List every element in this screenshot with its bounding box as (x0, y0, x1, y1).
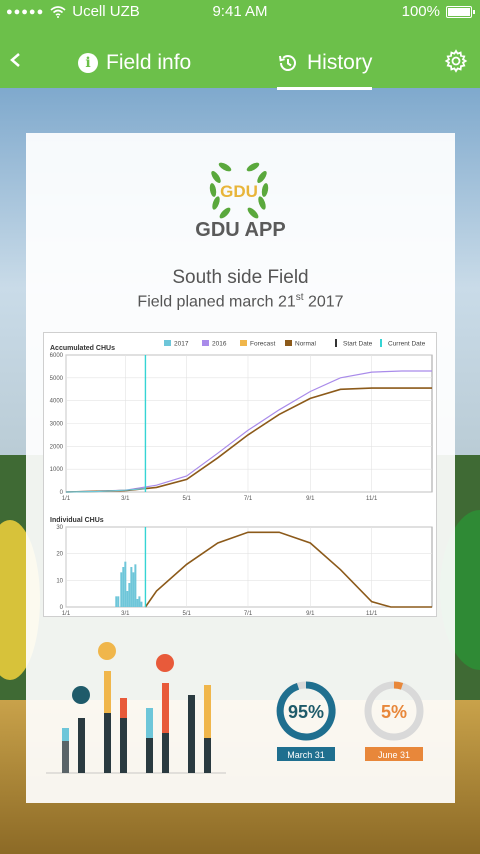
app-header: ●●●●● Ucell UZB 9:41 AM 100% i Field inf… (0, 0, 480, 90)
decorative-infographic: 95% March 31 5% June 31 (46, 642, 424, 774)
y-tick-label: 6000 (50, 353, 64, 359)
svg-text:95%: 95% (288, 702, 324, 722)
x-tick-label: 7/1 (244, 496, 253, 502)
chart-title: Accumulated CHUs (50, 345, 115, 352)
gear-icon (444, 49, 468, 73)
bar-2017 (128, 583, 131, 607)
decorative-bar-group (46, 642, 226, 774)
status-bar: ●●●●● Ucell UZB 9:41 AM 100% (0, 0, 480, 24)
x-tick-label: 7/1 (244, 611, 253, 617)
tab-history[interactable]: History (277, 48, 373, 90)
nav-bar: i Field info History (0, 32, 480, 90)
bar-2017 (126, 591, 129, 607)
legend-label: 2016 (212, 341, 227, 348)
legend-label: Start Date (343, 341, 373, 348)
legend-swatch (240, 340, 247, 346)
y-tick-label: 2000 (50, 444, 64, 450)
field-name: South side Field (172, 267, 309, 288)
planed-year: 2017 (307, 293, 344, 311)
decorative-gauge-right: 5% June 31 (364, 681, 424, 761)
chart-title: Individual CHUs (50, 517, 104, 524)
legend-swatch (380, 339, 382, 347)
chu-charts: 2017 2016 Forecast Normal Start Date Current … (43, 332, 437, 617)
bar-2017 (138, 596, 141, 607)
bar-2017 (132, 572, 135, 607)
chevron-left-icon (10, 53, 20, 67)
legend-label: Normal (295, 341, 317, 348)
bar-2017 (140, 601, 143, 607)
planed-prefix: Field planed march 21 (137, 293, 296, 311)
legend-swatch (335, 339, 337, 347)
y-tick-label: 30 (56, 525, 63, 531)
svg-text:5%: 5% (381, 702, 407, 722)
bar-2017 (122, 567, 125, 607)
x-tick-label: 5/1 (182, 496, 191, 502)
settings-button[interactable] (444, 49, 468, 73)
legend-swatch (202, 340, 209, 346)
chu-chart-canvas: 2017 2016 Forecast Normal Start Date Current … (50, 339, 433, 617)
history-icon (279, 55, 296, 71)
svg-text:June 31: June 31 (378, 750, 410, 760)
planed-suffix: st (295, 292, 304, 303)
battery-icon (446, 5, 475, 18)
bar-2017 (120, 572, 123, 607)
bar-2017 (117, 596, 120, 607)
battery-percent: 100% (401, 3, 440, 20)
legend-label: Forecast (250, 341, 275, 348)
legend-label: Current Date (388, 341, 426, 348)
legend-label: 2017 (174, 341, 189, 348)
tab-history-label: History (307, 51, 373, 74)
back-button[interactable] (8, 46, 28, 74)
x-tick-label: 9/1 (306, 496, 315, 502)
bar-2017 (130, 567, 133, 607)
gdu-logo: GDU (209, 162, 269, 219)
app-name: GDU APP (195, 219, 286, 241)
x-tick-label: 3/1 (121, 496, 130, 502)
y-tick-label: 5000 (50, 376, 64, 382)
tab-field-info[interactable]: i Field info (78, 48, 191, 78)
y-tick-label: 10 (56, 578, 63, 584)
y-tick-label: 4000 (50, 399, 64, 405)
x-tick-label: 5/1 (182, 611, 191, 617)
bar-2017 (134, 564, 137, 607)
info-icon: i (78, 53, 98, 73)
x-tick-label: 1/1 (62, 611, 71, 617)
bar-2017 (136, 599, 139, 607)
decorative-gauge-left: 95% March 31 (276, 681, 336, 761)
bar-2017 (115, 596, 118, 607)
x-tick-label: 11/1 (366, 611, 378, 617)
y-tick-label: 1000 (50, 467, 64, 473)
x-tick-label: 3/1 (121, 611, 130, 617)
x-tick-label: 1/1 (62, 496, 71, 502)
x-tick-label: 11/1 (366, 496, 378, 502)
field-history-card: GDU GDU APP South side Field Field plane… (26, 133, 455, 803)
bar-2017 (124, 561, 127, 607)
legend-swatch (164, 340, 171, 346)
field-planed-date: Field planed march 21st 2017 (26, 292, 455, 311)
logo-text: GDU (220, 182, 258, 201)
svg-text:March 31: March 31 (287, 750, 325, 760)
y-tick-label: 3000 (50, 422, 64, 428)
x-tick-label: 9/1 (306, 611, 315, 617)
y-tick-label: 20 (56, 552, 63, 558)
tab-field-info-label: Field info (106, 51, 192, 74)
legend-swatch (285, 340, 292, 346)
